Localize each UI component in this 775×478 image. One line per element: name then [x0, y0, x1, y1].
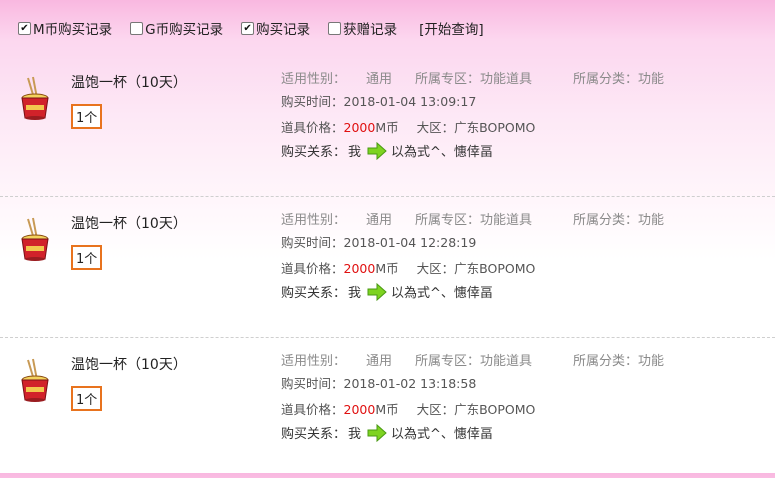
- relation-row: 购买关系： 我 以為式^、憓倖畐: [281, 423, 493, 442]
- price-label: 道具价格：: [281, 261, 344, 276]
- gender-value: 通用: [366, 213, 393, 228]
- quantity-box: 1个: [71, 386, 103, 411]
- record-item: 温饱一杯（10天） 1个 适用性别： 通用 所属专区：功能道具 所属分类：功能 购买时…: [0, 56, 775, 197]
- gender-value: 通用: [366, 72, 393, 87]
- green-right-arrow-icon: [367, 423, 387, 442]
- gender-label: 适用性别：: [281, 213, 347, 228]
- gender-label: 适用性别：: [281, 354, 347, 369]
- server-label: 大区：: [416, 120, 455, 135]
- relation-label: 购买关系：: [281, 427, 347, 442]
- quantity-box: 1个: [71, 104, 103, 129]
- category-value: 功能: [638, 72, 665, 87]
- filter-purchase[interactable]: ✔ 购买记录: [241, 18, 310, 38]
- server-label: 大区：: [416, 261, 455, 276]
- price-value: 2000: [343, 402, 376, 417]
- category-label: 所属分类：: [573, 213, 639, 228]
- purchase-time-row: 购买时间：2018-01-04 13:09:17: [281, 91, 476, 110]
- relation-label: 购买关系：: [281, 286, 347, 301]
- category-label: 所属分类：: [573, 354, 639, 369]
- green-right-arrow-icon: [367, 141, 387, 160]
- buyer-value: 我: [348, 286, 362, 301]
- start-query-button[interactable]: [开始查询]: [419, 18, 484, 38]
- time-label: 购买时间：: [281, 376, 344, 391]
- filter-gift[interactable]: 获赠记录: [328, 18, 397, 38]
- price-label: 道具价格：: [281, 402, 344, 417]
- zone-value: 功能道具: [480, 213, 533, 228]
- item-attributes: 适用性别： 通用 所属专区：功能道具 所属分类：功能: [281, 350, 664, 369]
- recipient-value: 以為式^、憓倖畐: [391, 145, 493, 160]
- server-value: 广东BOPOMO: [454, 261, 536, 276]
- price-label: 道具价格：: [281, 120, 344, 135]
- zone-value: 功能道具: [480, 72, 533, 87]
- time-label: 购买时间：: [281, 235, 344, 250]
- price-row: 道具价格：2000M币 大区：广东BOPOMO: [281, 399, 535, 418]
- g-coin-checkbox[interactable]: [130, 21, 144, 35]
- purchase-time-row: 购买时间：2018-01-02 13:18:58: [281, 373, 476, 392]
- filter-label: M币购买记录: [33, 22, 113, 38]
- zone-label: 所属专区：: [415, 354, 481, 369]
- filter-bar: ✔ M币购买记录 G币购买记录 ✔ 购买记录 获赠记录 [开始查询]: [0, 0, 775, 56]
- filter-m-coin[interactable]: ✔ M币购买记录: [18, 18, 112, 38]
- server-label: 大区：: [416, 402, 455, 417]
- time-label: 购买时间：: [281, 94, 344, 109]
- item-attributes: 适用性别： 通用 所属专区：功能道具 所属分类：功能: [281, 68, 664, 87]
- recipient-value: 以為式^、憓倖畐: [391, 286, 493, 301]
- price-row: 道具价格：2000M币 大区：广东BOPOMO: [281, 117, 535, 136]
- zone-label: 所属专区：: [415, 213, 481, 228]
- relation-row: 购买关系： 我 以為式^、憓倖畐: [281, 141, 493, 160]
- item-name: 温饱一杯（10天）: [71, 216, 187, 232]
- category-value: 功能: [638, 354, 665, 369]
- item-name: 温饱一杯（10天）: [71, 357, 187, 373]
- price-value: 2000: [343, 261, 376, 276]
- currency-label: M币: [375, 120, 399, 135]
- record-item: 温饱一杯（10天） 1个 适用性别： 通用 所属专区：功能道具 所属分类：功能 购买时…: [0, 197, 775, 338]
- price-row: 道具价格：2000M币 大区：广东BOPOMO: [281, 258, 535, 277]
- green-right-arrow-icon: [367, 282, 387, 301]
- record-item: 温饱一杯（10天） 1个 适用性别： 通用 所属专区：功能道具 所属分类：功能 购买时…: [0, 338, 775, 478]
- category-value: 功能: [638, 213, 665, 228]
- currency-label: M币: [375, 261, 399, 276]
- noodle-cup-icon: [21, 76, 49, 120]
- noodle-cup-icon: [21, 217, 49, 261]
- recipient-value: 以為式^、憓倖畐: [391, 427, 493, 442]
- buyer-value: 我: [348, 427, 362, 442]
- m-coin-checkbox[interactable]: ✔: [18, 21, 31, 35]
- filter-label: 购买记录: [256, 22, 311, 38]
- server-value: 广东BOPOMO: [454, 120, 536, 135]
- relation-row: 购买关系： 我 以為式^、憓倖畐: [281, 282, 493, 301]
- quantity-box: 1个: [71, 245, 103, 270]
- item-attributes: 适用性别： 通用 所属专区：功能道具 所属分类：功能: [281, 209, 664, 228]
- purchase-time-row: 购买时间：2018-01-04 12:28:19: [281, 232, 476, 251]
- time-value: 2018-01-04 12:28:19: [343, 235, 477, 250]
- item-name: 温饱一杯（10天）: [71, 75, 187, 91]
- zone-value: 功能道具: [480, 354, 533, 369]
- currency-label: M币: [375, 402, 399, 417]
- noodle-cup-icon: [21, 358, 49, 402]
- gift-checkbox[interactable]: [328, 21, 342, 35]
- server-value: 广东BOPOMO: [454, 402, 536, 417]
- zone-label: 所属专区：: [415, 72, 481, 87]
- price-value: 2000: [343, 120, 376, 135]
- time-value: 2018-01-02 13:18:58: [343, 376, 477, 391]
- buyer-value: 我: [348, 145, 362, 160]
- gender-label: 适用性别：: [281, 72, 347, 87]
- filter-label: G币购买记录: [145, 22, 224, 38]
- gender-value: 通用: [366, 354, 393, 369]
- time-value: 2018-01-04 13:09:17: [343, 94, 477, 109]
- filter-label: 获赠记录: [343, 22, 398, 38]
- category-label: 所属分类：: [573, 72, 639, 87]
- relation-label: 购买关系：: [281, 145, 347, 160]
- purchase-checkbox[interactable]: ✔: [241, 21, 255, 35]
- filter-g-coin[interactable]: G币购买记录: [130, 18, 223, 38]
